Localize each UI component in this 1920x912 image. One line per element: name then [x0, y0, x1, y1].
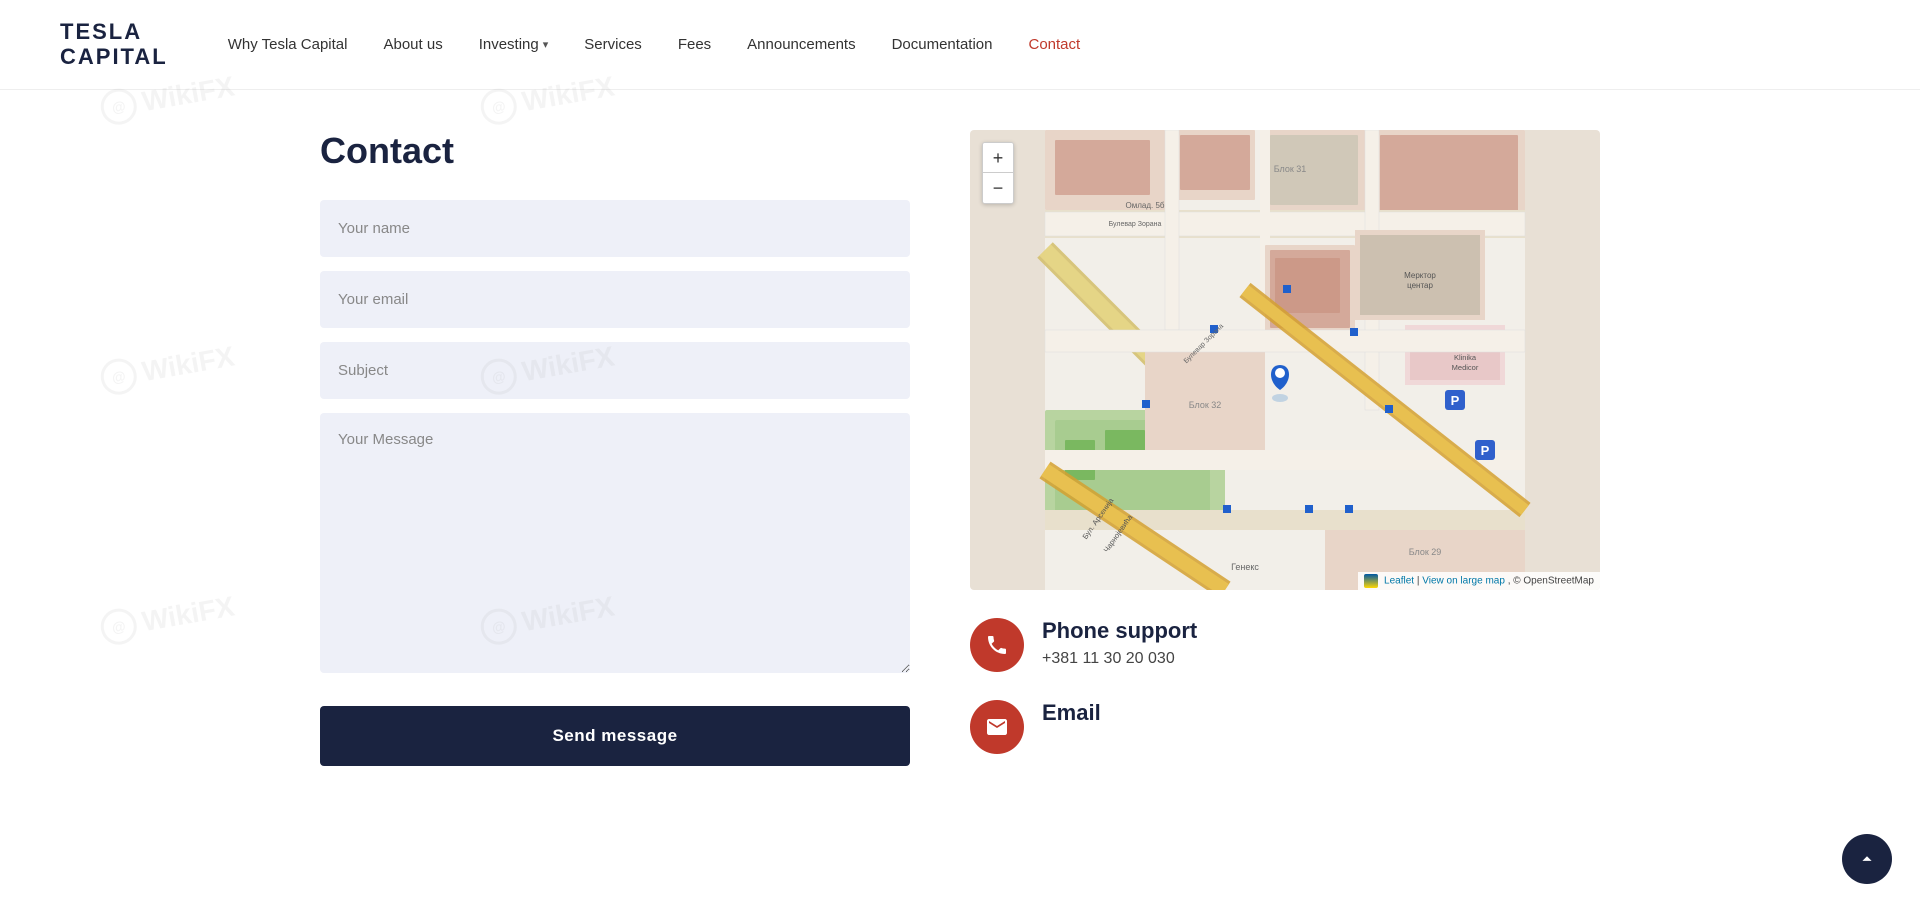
email-info-text: Email: [1042, 700, 1101, 732]
zoom-in-button[interactable]: +: [983, 143, 1013, 173]
nav-link-fees[interactable]: Fees: [678, 36, 711, 53]
nav-link-contact[interactable]: Contact: [1028, 36, 1080, 53]
svg-text:Блок 29: Блок 29: [1409, 547, 1442, 557]
phone-icon: [985, 633, 1009, 657]
nav-link-announcements[interactable]: Announcements: [747, 36, 855, 53]
email-input[interactable]: [320, 271, 910, 328]
chevron-down-icon: ▾: [543, 38, 549, 51]
logo-line2: CAPITAL: [60, 45, 168, 69]
svg-text:P: P: [1481, 443, 1490, 458]
contact-form: Send message: [320, 200, 910, 766]
nav-link-investing[interactable]: Investing ▾: [479, 36, 549, 53]
map-container: Блок 31 Блок 32 Блок 29 Мерктор центар: [970, 130, 1600, 590]
phone-icon-circle: [970, 618, 1024, 672]
message-field-group: [320, 413, 910, 678]
email-field-group: [320, 271, 910, 328]
nav-item-services: Services: [584, 36, 642, 54]
chevron-up-icon: [1856, 848, 1878, 870]
send-button[interactable]: Send message: [320, 706, 910, 766]
svg-text:Генекс: Генекс: [1231, 562, 1259, 572]
email-icon: [985, 715, 1009, 739]
svg-text:Блок 31: Блок 31: [1274, 164, 1307, 174]
nav-item-why-tesla: Why Tesla Capital: [228, 36, 348, 54]
zoom-out-button[interactable]: −: [983, 173, 1013, 203]
map-attribution: Leaflet | View on large map , © OpenStre…: [1358, 572, 1600, 590]
nav-item-contact: Contact: [1028, 36, 1080, 54]
email-title: Email: [1042, 700, 1101, 726]
nav-item-fees: Fees: [678, 36, 711, 54]
nav-link-about-us[interactable]: About us: [383, 36, 442, 53]
subject-input[interactable]: [320, 342, 910, 399]
scroll-to-top-button[interactable]: [1842, 834, 1892, 884]
svg-text:Булевар Зорана: Булевар Зорана: [1109, 221, 1162, 228]
svg-text:центар: центар: [1407, 281, 1433, 290]
svg-text:P: P: [1451, 393, 1460, 408]
svg-text:Омлад. 5б: Омлад. 5б: [1126, 201, 1165, 210]
phone-number: +381 11 30 20 030: [1042, 650, 1197, 668]
navbar: TESLA CAPITAL Why Tesla Capital About us…: [0, 0, 1920, 90]
email-item: Email: [970, 700, 1600, 754]
nav-links: Why Tesla Capital About us Investing ▾ S…: [228, 36, 1080, 54]
phone-support-title: Phone support: [1042, 618, 1197, 644]
svg-text:Блок 32: Блок 32: [1189, 400, 1222, 410]
svg-text:Klinika: Klinika: [1454, 353, 1477, 362]
map-svg: Блок 31 Блок 32 Блок 29 Мерктор центар: [970, 130, 1600, 590]
name-field-group: [320, 200, 910, 257]
nav-item-investing: Investing ▾: [479, 36, 549, 53]
nav-item-about-us: About us: [383, 36, 442, 54]
nav-link-why-tesla[interactable]: Why Tesla Capital: [228, 36, 348, 53]
map-controls: + −: [982, 142, 1014, 204]
main-content: Contact Send message: [260, 90, 1660, 826]
svg-text:Medicor: Medicor: [1452, 363, 1479, 372]
contact-form-section: Contact Send message: [320, 130, 910, 766]
leaflet-link[interactable]: Leaflet: [1384, 576, 1414, 587]
logo[interactable]: TESLA CAPITAL: [60, 20, 168, 68]
right-column: Блок 31 Блок 32 Блок 29 Мерктор центар: [970, 130, 1600, 766]
page-title: Contact: [320, 130, 910, 172]
phone-info-text: Phone support +381 11 30 20 030: [1042, 618, 1197, 668]
nav-item-documentation: Documentation: [892, 36, 993, 54]
subject-field-group: [320, 342, 910, 399]
nav-link-documentation[interactable]: Documentation: [892, 36, 993, 53]
svg-text:Мерктор: Мерктор: [1404, 271, 1436, 280]
email-icon-circle: [970, 700, 1024, 754]
nav-link-services[interactable]: Services: [584, 36, 642, 53]
phone-support-item: Phone support +381 11 30 20 030: [970, 618, 1600, 672]
nav-item-announcements: Announcements: [747, 36, 855, 54]
logo-line1: TESLA: [60, 20, 168, 44]
view-large-map-link[interactable]: View on large map: [1422, 576, 1505, 587]
name-input[interactable]: [320, 200, 910, 257]
message-textarea[interactable]: [320, 413, 910, 673]
